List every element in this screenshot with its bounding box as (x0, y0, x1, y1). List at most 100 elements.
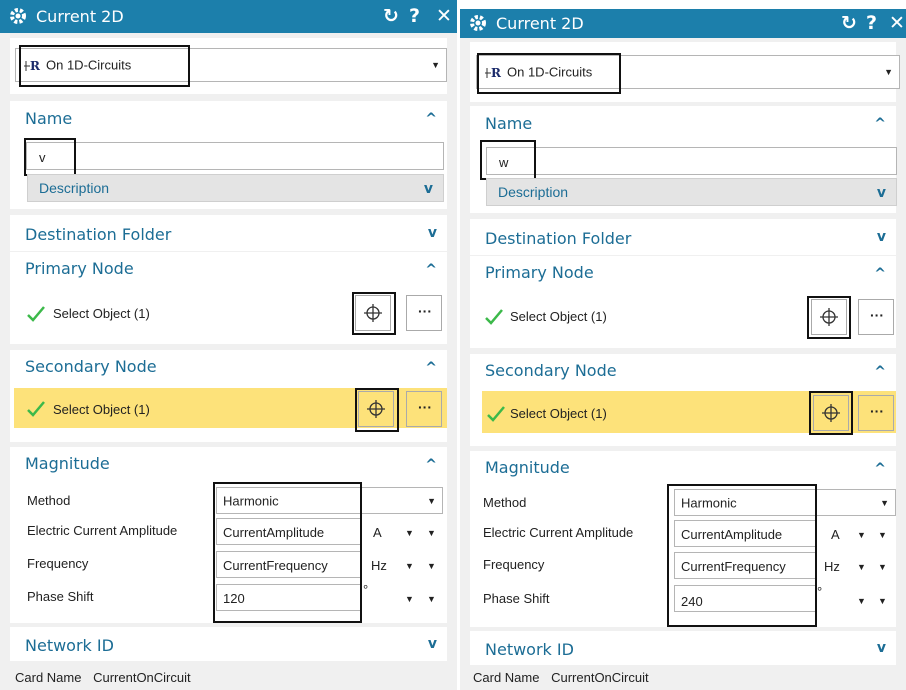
secondary-node-section: Secondary Node ^ Select Object (1) ··· (10, 350, 447, 442)
more-options-button[interactable]: ··· (858, 395, 894, 431)
annotation-box (477, 53, 621, 94)
check-icon (27, 306, 45, 322)
close-icon[interactable]: ✕ (436, 4, 452, 28)
options-dropdown-icon[interactable]: ▼ (427, 528, 436, 538)
unit-dropdown-icon[interactable]: ▼ (405, 528, 414, 538)
chevron-down-icon: ▼ (884, 67, 893, 77)
chevron-down-icon[interactable]: v (428, 225, 437, 241)
options-dropdown-icon[interactable]: ▼ (878, 562, 887, 572)
chevron-up-icon[interactable]: ^ (425, 360, 437, 376)
phase-unit[interactable]: ° (817, 584, 822, 599)
card-name-row: Card Name CurrentOnCircuit (473, 670, 649, 685)
primary-select-label[interactable]: Select Object (1) (53, 306, 150, 321)
frequency-unit[interactable]: Hz (824, 559, 840, 574)
destination-section[interactable]: Destination Folder v (10, 215, 447, 251)
gear-icon[interactable] (468, 13, 488, 33)
frequency-unit[interactable]: Hz (371, 558, 387, 573)
options-dropdown-icon[interactable]: ▼ (878, 596, 887, 606)
chevron-up-icon[interactable]: ^ (874, 266, 886, 282)
description-label: Description (39, 180, 110, 196)
frequency-label: Frequency (483, 557, 545, 572)
description-toggle[interactable]: Description v (486, 178, 897, 206)
secondary-node-section: Secondary Node ^ Select Object (1) ··· (470, 354, 896, 446)
type-section: R On 1D-Circuits ▼ (470, 42, 900, 102)
network-title[interactable]: Network ID (25, 636, 114, 655)
secondary-select-label[interactable]: Select Object (1) (510, 406, 607, 421)
network-section[interactable]: Network ID v (470, 631, 896, 665)
name-section: Name ^ v Description v (10, 101, 447, 209)
options-dropdown-icon[interactable]: ▼ (878, 530, 887, 540)
method-label: Method (483, 495, 527, 510)
primary-node-title[interactable]: Primary Node (25, 259, 134, 278)
more-options-button[interactable]: ··· (858, 299, 894, 335)
chevron-down-icon: ▼ (427, 495, 436, 506)
annotation-box (667, 484, 817, 627)
reset-icon[interactable]: ↻ (841, 11, 857, 35)
amplitude-label: Electric Current Amplitude (483, 525, 634, 540)
dialog-current-2d-left: Current 2D ↻ ? ✕ R On 1D-Circuits ▼ Name… (0, 0, 457, 690)
network-section[interactable]: Network ID v (10, 627, 447, 661)
amplitude-unit[interactable]: A (831, 527, 840, 542)
secondary-select-label[interactable]: Select Object (1) (53, 402, 150, 417)
more-options-button[interactable]: ··· (406, 391, 442, 427)
network-title[interactable]: Network ID (485, 640, 574, 659)
ellipsis-icon: ··· (870, 403, 884, 419)
chevron-down-icon[interactable]: v (877, 229, 886, 245)
unit-dropdown-icon[interactable]: ▼ (857, 530, 866, 540)
chevron-down-icon[interactable]: v (877, 640, 886, 656)
annotation-box (352, 292, 396, 335)
frequency-label: Frequency (27, 556, 89, 571)
destination-title[interactable]: Destination Folder (25, 225, 171, 244)
destination-section[interactable]: Destination Folder v (470, 219, 896, 255)
close-icon[interactable]: ✕ (889, 11, 905, 35)
dialog-title: Current 2D (36, 7, 124, 26)
unit-dropdown-icon[interactable]: ▼ (857, 562, 866, 572)
secondary-node-title[interactable]: Secondary Node (25, 357, 157, 376)
primary-select-label[interactable]: Select Object (1) (510, 309, 607, 324)
destination-title[interactable]: Destination Folder (485, 229, 631, 248)
chevron-up-icon[interactable]: ^ (874, 116, 886, 132)
description-label: Description (498, 184, 569, 200)
help-icon[interactable]: ? (409, 4, 420, 28)
unit-dropdown-icon[interactable]: ▼ (405, 594, 414, 604)
help-icon[interactable]: ? (866, 11, 877, 35)
dialog-title: Current 2D (496, 14, 584, 33)
annotation-box (213, 482, 362, 623)
unit-dropdown-icon[interactable]: ▼ (857, 596, 866, 606)
card-name-label: Card Name (15, 670, 82, 685)
name-input[interactable]: v (26, 142, 444, 170)
method-label: Method (27, 493, 71, 508)
amplitude-unit[interactable]: A (373, 525, 382, 540)
gear-icon[interactable] (8, 6, 28, 26)
magnitude-section: Magnitude ^ Method Harmonic ▼ Electric C… (10, 447, 447, 623)
name-section-title[interactable]: Name (25, 109, 72, 128)
primary-node-section: Primary Node ^ Select Object (1) ··· (10, 252, 447, 344)
reset-icon[interactable]: ↻ (383, 4, 399, 28)
chevron-up-icon[interactable]: ^ (425, 111, 437, 127)
primary-node-title[interactable]: Primary Node (485, 263, 594, 282)
chevron-up-icon[interactable]: ^ (874, 364, 886, 380)
magnitude-title[interactable]: Magnitude (485, 458, 570, 477)
chevron-up-icon[interactable]: ^ (425, 457, 437, 473)
unit-dropdown-icon[interactable]: ▼ (405, 561, 414, 571)
description-toggle[interactable]: Description v (27, 174, 444, 202)
chevron-up-icon[interactable]: ^ (874, 461, 886, 477)
magnitude-title[interactable]: Magnitude (25, 454, 110, 473)
name-input[interactable]: w (486, 147, 897, 175)
card-name-value: CurrentOnCircuit (551, 670, 649, 685)
chevron-down-icon[interactable]: v (428, 636, 437, 652)
dialog-titlebar: Current 2D ↻ ? ✕ (0, 0, 457, 33)
type-section: R On 1D-Circuits ▼ (10, 38, 447, 94)
name-section-title[interactable]: Name (485, 114, 532, 133)
secondary-node-title[interactable]: Secondary Node (485, 361, 617, 380)
phase-unit[interactable]: ° (363, 582, 368, 597)
ellipsis-icon: ··· (870, 307, 884, 323)
card-name-value: CurrentOnCircuit (93, 670, 191, 685)
options-dropdown-icon[interactable]: ▼ (427, 561, 436, 571)
chevron-down-icon: ▼ (880, 497, 889, 508)
chevron-down-icon: ▼ (431, 60, 440, 70)
options-dropdown-icon[interactable]: ▼ (427, 594, 436, 604)
more-options-button[interactable]: ··· (406, 295, 442, 331)
chevron-up-icon[interactable]: ^ (425, 262, 437, 278)
phase-label: Phase Shift (483, 591, 550, 606)
